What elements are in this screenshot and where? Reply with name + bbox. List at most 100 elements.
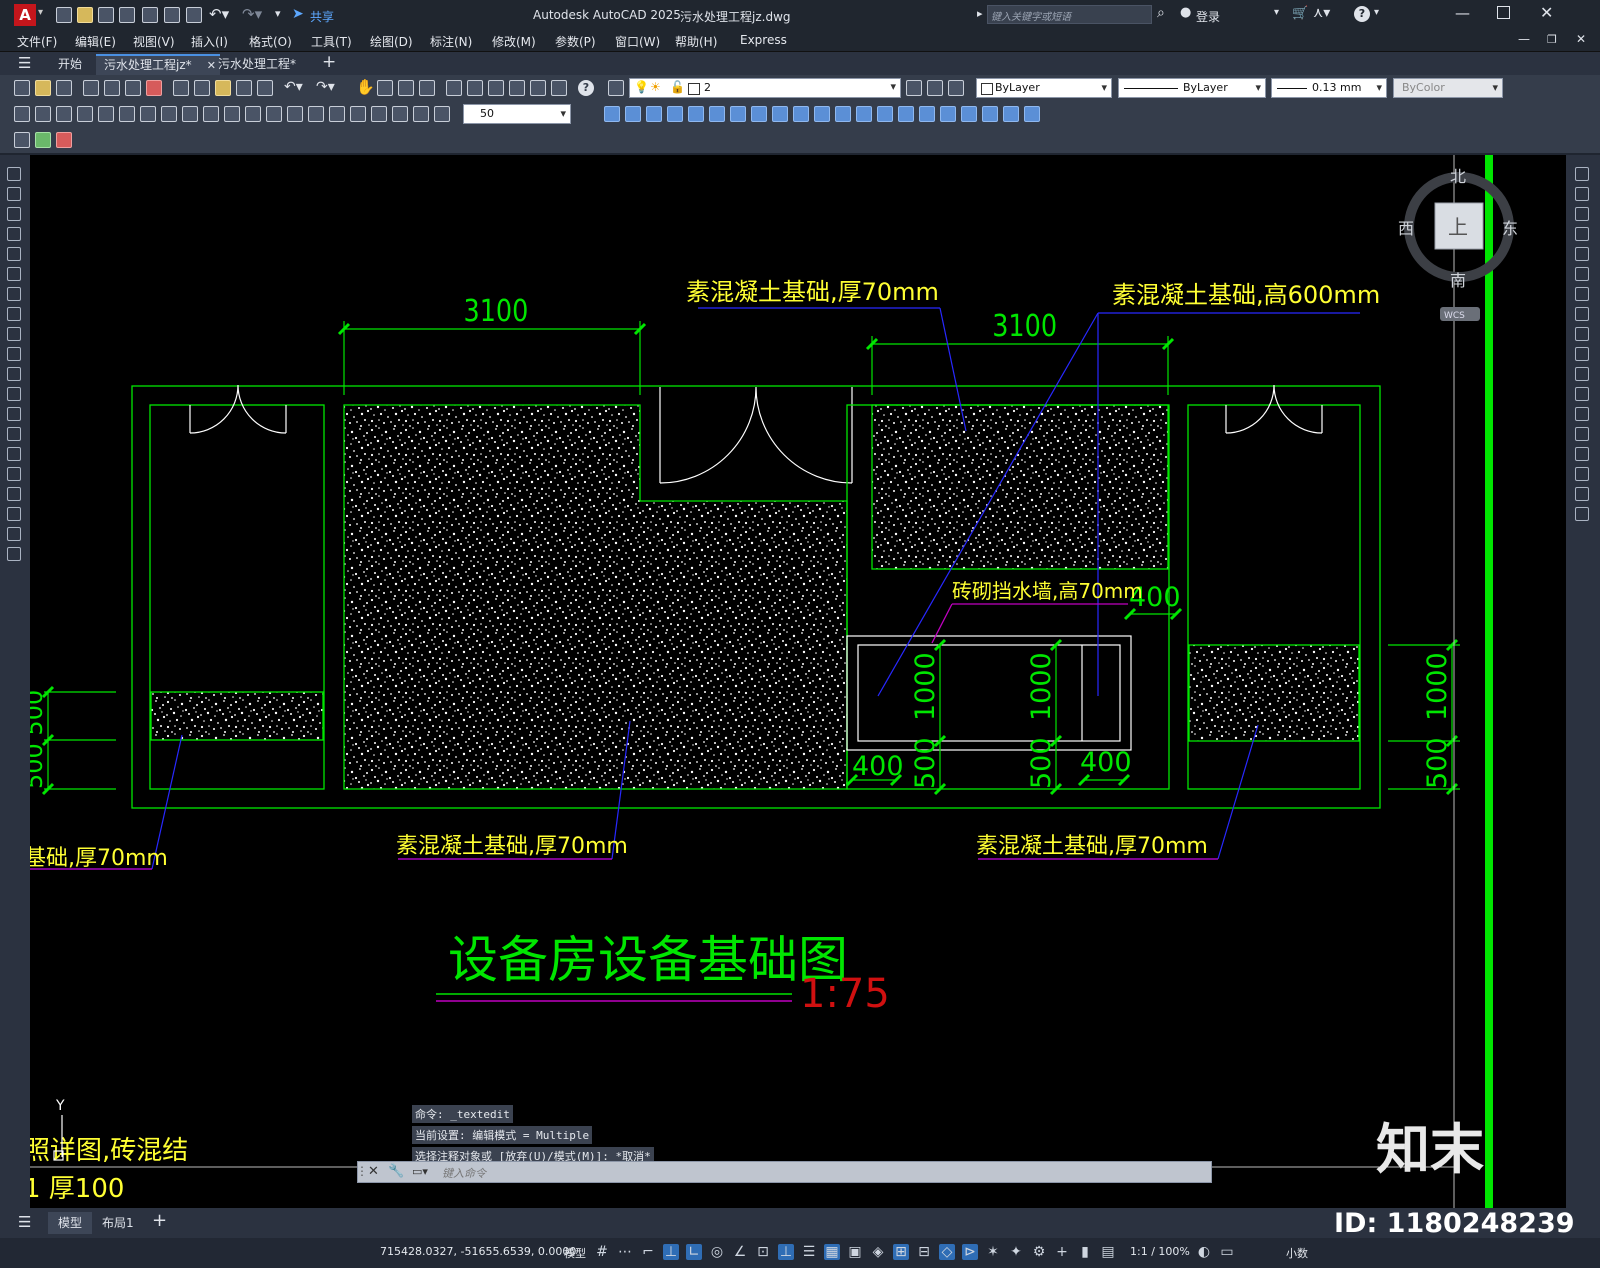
draw-tool-15-icon[interactable] — [7, 447, 21, 461]
command-prompt-icon[interactable]: ▭▾ — [412, 1165, 428, 1178]
dimscale-combo[interactable]: 50 — [463, 104, 571, 124]
doc-minimize-icon[interactable]: — — [1518, 32, 1530, 46]
dim-tool-13-icon[interactable] — [266, 106, 282, 122]
status-toggle-7-icon[interactable]: ∠ — [732, 1244, 748, 1260]
menu-view[interactable]: 视图(V) — [133, 33, 175, 50]
draw-tool-8-icon[interactable] — [7, 307, 21, 321]
modify-side-tool-17-icon[interactable] — [1575, 487, 1589, 501]
modify-side-tool-1-icon[interactable] — [1575, 167, 1589, 181]
draw-tool-19-icon[interactable] — [7, 527, 21, 541]
status-toggle-17-icon[interactable]: ⊳ — [962, 1244, 978, 1260]
modify-side-tool-6-icon[interactable] — [1575, 267, 1589, 281]
status-toggle-3-icon[interactable]: ⌐ — [640, 1244, 656, 1260]
modify-side-tool-16-icon[interactable] — [1575, 467, 1589, 481]
menu-draw[interactable]: 绘图(D) — [370, 33, 413, 50]
share-icon[interactable]: ➤ — [292, 6, 304, 22]
dim-tool-16-icon[interactable] — [329, 106, 345, 122]
color-combo[interactable]: ByLayer — [976, 78, 1112, 98]
status-toggle-25-icon[interactable]: ▭ — [1219, 1244, 1235, 1260]
dim-tool-7-icon[interactable] — [140, 106, 156, 122]
right-middle-foundation[interactable] — [871, 404, 1169, 570]
undo-icon[interactable]: ↶▾ — [209, 5, 229, 23]
tb-zoom-realtime-icon[interactable] — [377, 80, 393, 96]
tb-toolpalettes-icon[interactable] — [488, 80, 504, 96]
status-toggle-10-icon[interactable]: ☰ — [801, 1244, 817, 1260]
menu-insert[interactable]: 插入(I) — [191, 33, 228, 50]
drawing-svg[interactable]: 3100 3100 400 1000 1000 1000 500 500 500… — [30, 155, 1566, 1208]
viewcube-east[interactable]: 东 — [1502, 219, 1518, 238]
plot-icon[interactable] — [186, 7, 202, 23]
modify-tool-12-icon[interactable] — [835, 106, 851, 122]
dim-tool-19-icon[interactable] — [392, 106, 408, 122]
tb-blockeditor-icon[interactable] — [257, 80, 273, 96]
status-zoom[interactable]: 1:1 / 100% — [1130, 1245, 1190, 1258]
menu-parametric[interactable]: 参数(P) — [555, 33, 596, 50]
viewcube[interactable]: 上 北 南 西 东 WCS — [1398, 167, 1518, 321]
menu-modify[interactable]: 修改(M) — [492, 33, 536, 50]
tb-paste-icon[interactable] — [215, 80, 231, 96]
modify-side-tool-4-icon[interactable] — [1575, 227, 1589, 241]
middle-foundation[interactable] — [343, 404, 848, 790]
lineweight-combo[interactable]: 0.13 mm — [1271, 78, 1387, 98]
tb-markup-icon[interactable] — [530, 80, 546, 96]
dim-tool-15-icon[interactable] — [308, 106, 324, 122]
modify-tool-5-icon[interactable] — [688, 106, 704, 122]
dim-tool-6-icon[interactable] — [119, 106, 135, 122]
open-web-icon[interactable] — [142, 7, 158, 23]
tb-open-icon[interactable] — [35, 80, 51, 96]
draw-tool-4-icon[interactable] — [7, 227, 21, 241]
share-button[interactable]: 共享 — [310, 8, 334, 25]
status-toggle-16-icon[interactable]: ◇ — [939, 1244, 955, 1260]
tb-plot-icon[interactable] — [83, 80, 99, 96]
modify-side-tool-13-icon[interactable] — [1575, 407, 1589, 421]
status-units[interactable]: 小数 — [1286, 1245, 1308, 1261]
draw-tool-2-icon[interactable] — [7, 187, 21, 201]
command-customize-icon[interactable]: 🔧 — [388, 1164, 404, 1179]
tb-undo-icon[interactable]: ↶▾ — [284, 79, 303, 95]
dim-tool-2-icon[interactable] — [35, 106, 51, 122]
modify-side-tool-12-icon[interactable] — [1575, 387, 1589, 401]
tab-wastewater-jz[interactable]: 污水处理工程jz* ✕ — [96, 54, 220, 75]
status-toggle-18-icon[interactable]: ✶ — [985, 1244, 1001, 1260]
modify-tool-16-icon[interactable] — [919, 106, 935, 122]
menu-file[interactable]: 文件(F) — [17, 33, 57, 50]
tb-help-icon[interactable]: ? — [578, 80, 594, 96]
modify-tool-17-icon[interactable] — [940, 106, 956, 122]
dim-tool-20-icon[interactable] — [413, 106, 429, 122]
command-input-bar[interactable]: ⋮ ✕ 🔧 ▭▾ 键入命令 — [356, 1161, 1212, 1183]
status-toggle-20-icon[interactable]: ⚙ — [1031, 1244, 1047, 1260]
modify-side-tool-10-icon[interactable] — [1575, 347, 1589, 361]
qat-dropdown-icon[interactable]: ▾ — [275, 7, 281, 20]
dim-tool-11-icon[interactable] — [224, 106, 240, 122]
right-door[interactable] — [1225, 384, 1323, 434]
help-dropdown-icon[interactable]: ▾ — [1374, 7, 1379, 18]
draw-tool-13-icon[interactable] — [7, 407, 21, 421]
modify-side-tool-2-icon[interactable] — [1575, 187, 1589, 201]
linetype-combo[interactable]: ByLayer — [1118, 78, 1266, 98]
maximize-icon[interactable] — [1497, 6, 1510, 19]
tb-pan-icon[interactable]: ✋ — [356, 78, 375, 96]
minimize-icon[interactable]: — — [1455, 4, 1470, 22]
viewcube-south[interactable]: 南 — [1450, 271, 1466, 290]
draw-tool-14-icon[interactable] — [7, 427, 21, 441]
modify-tool-6-icon[interactable] — [709, 106, 725, 122]
viewcube-north[interactable]: 北 — [1450, 167, 1466, 186]
logo-dropdown-icon[interactable]: ▾ — [38, 7, 43, 18]
modify-side-tool-15-icon[interactable] — [1575, 447, 1589, 461]
dim-tool-8-icon[interactable] — [161, 106, 177, 122]
tb-calculator-icon[interactable] — [551, 80, 567, 96]
tb-publish-icon[interactable] — [125, 80, 141, 96]
modify-side-tool-18-icon[interactable] — [1575, 507, 1589, 521]
menu-express[interactable]: Express — [740, 33, 787, 47]
viewcube-west[interactable]: 西 — [1398, 219, 1414, 238]
modify-tool-9-icon[interactable] — [772, 106, 788, 122]
dim-tool-21-icon[interactable] — [434, 106, 450, 122]
autodesk-account-icon[interactable]: ⋏▾ — [1313, 5, 1330, 21]
command-grip-icon[interactable]: ⋮ — [356, 1164, 368, 1178]
layout-tab-layout1[interactable]: 布局1 — [94, 1212, 142, 1234]
status-toggle-21-icon[interactable]: + — [1054, 1244, 1070, 1260]
menu-tools[interactable]: 工具(T) — [311, 33, 352, 50]
dim-tool-4-icon[interactable] — [77, 106, 93, 122]
search-arrow-icon[interactable]: ▸ — [977, 7, 983, 20]
draw-tool-6-icon[interactable] — [7, 267, 21, 281]
